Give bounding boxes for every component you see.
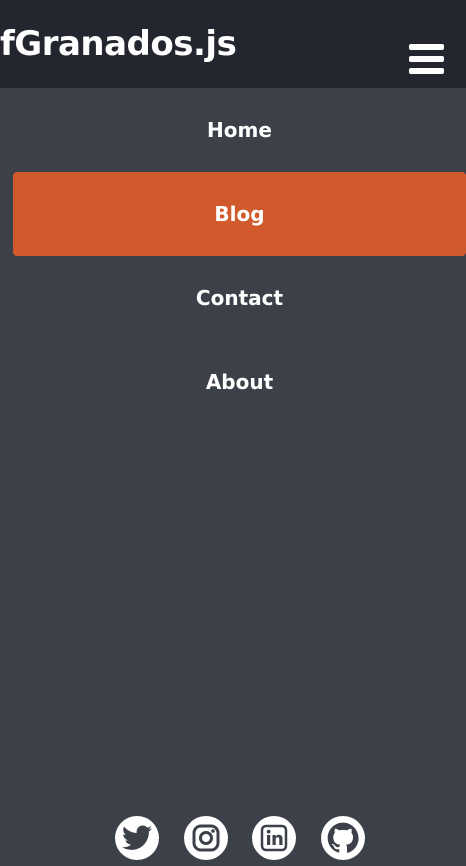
- nav-item-label: About: [205, 370, 274, 394]
- site-logo[interactable]: fGranados.js: [0, 20, 237, 68]
- hamburger-menu-icon[interactable]: [409, 44, 444, 74]
- hamburger-bar: [409, 44, 444, 50]
- hamburger-bar: [409, 56, 444, 62]
- site-header: fGranados.js: [0, 0, 466, 88]
- hamburger-bar: [409, 68, 444, 74]
- nav-item-about[interactable]: About: [13, 340, 466, 424]
- nav-item-label: Blog: [214, 202, 265, 226]
- twitter-icon[interactable]: [115, 816, 159, 860]
- linkedin-icon[interactable]: [252, 816, 296, 860]
- nav-item-contact[interactable]: Contact: [13, 256, 466, 340]
- social-links: [0, 816, 466, 860]
- nav-item-blog[interactable]: Blog: [13, 172, 466, 256]
- instagram-icon[interactable]: [184, 816, 228, 860]
- nav-item-home[interactable]: Home: [13, 88, 466, 172]
- nav-item-label: Contact: [195, 286, 284, 310]
- nav-item-label: Home: [207, 118, 272, 142]
- github-icon[interactable]: [321, 816, 365, 860]
